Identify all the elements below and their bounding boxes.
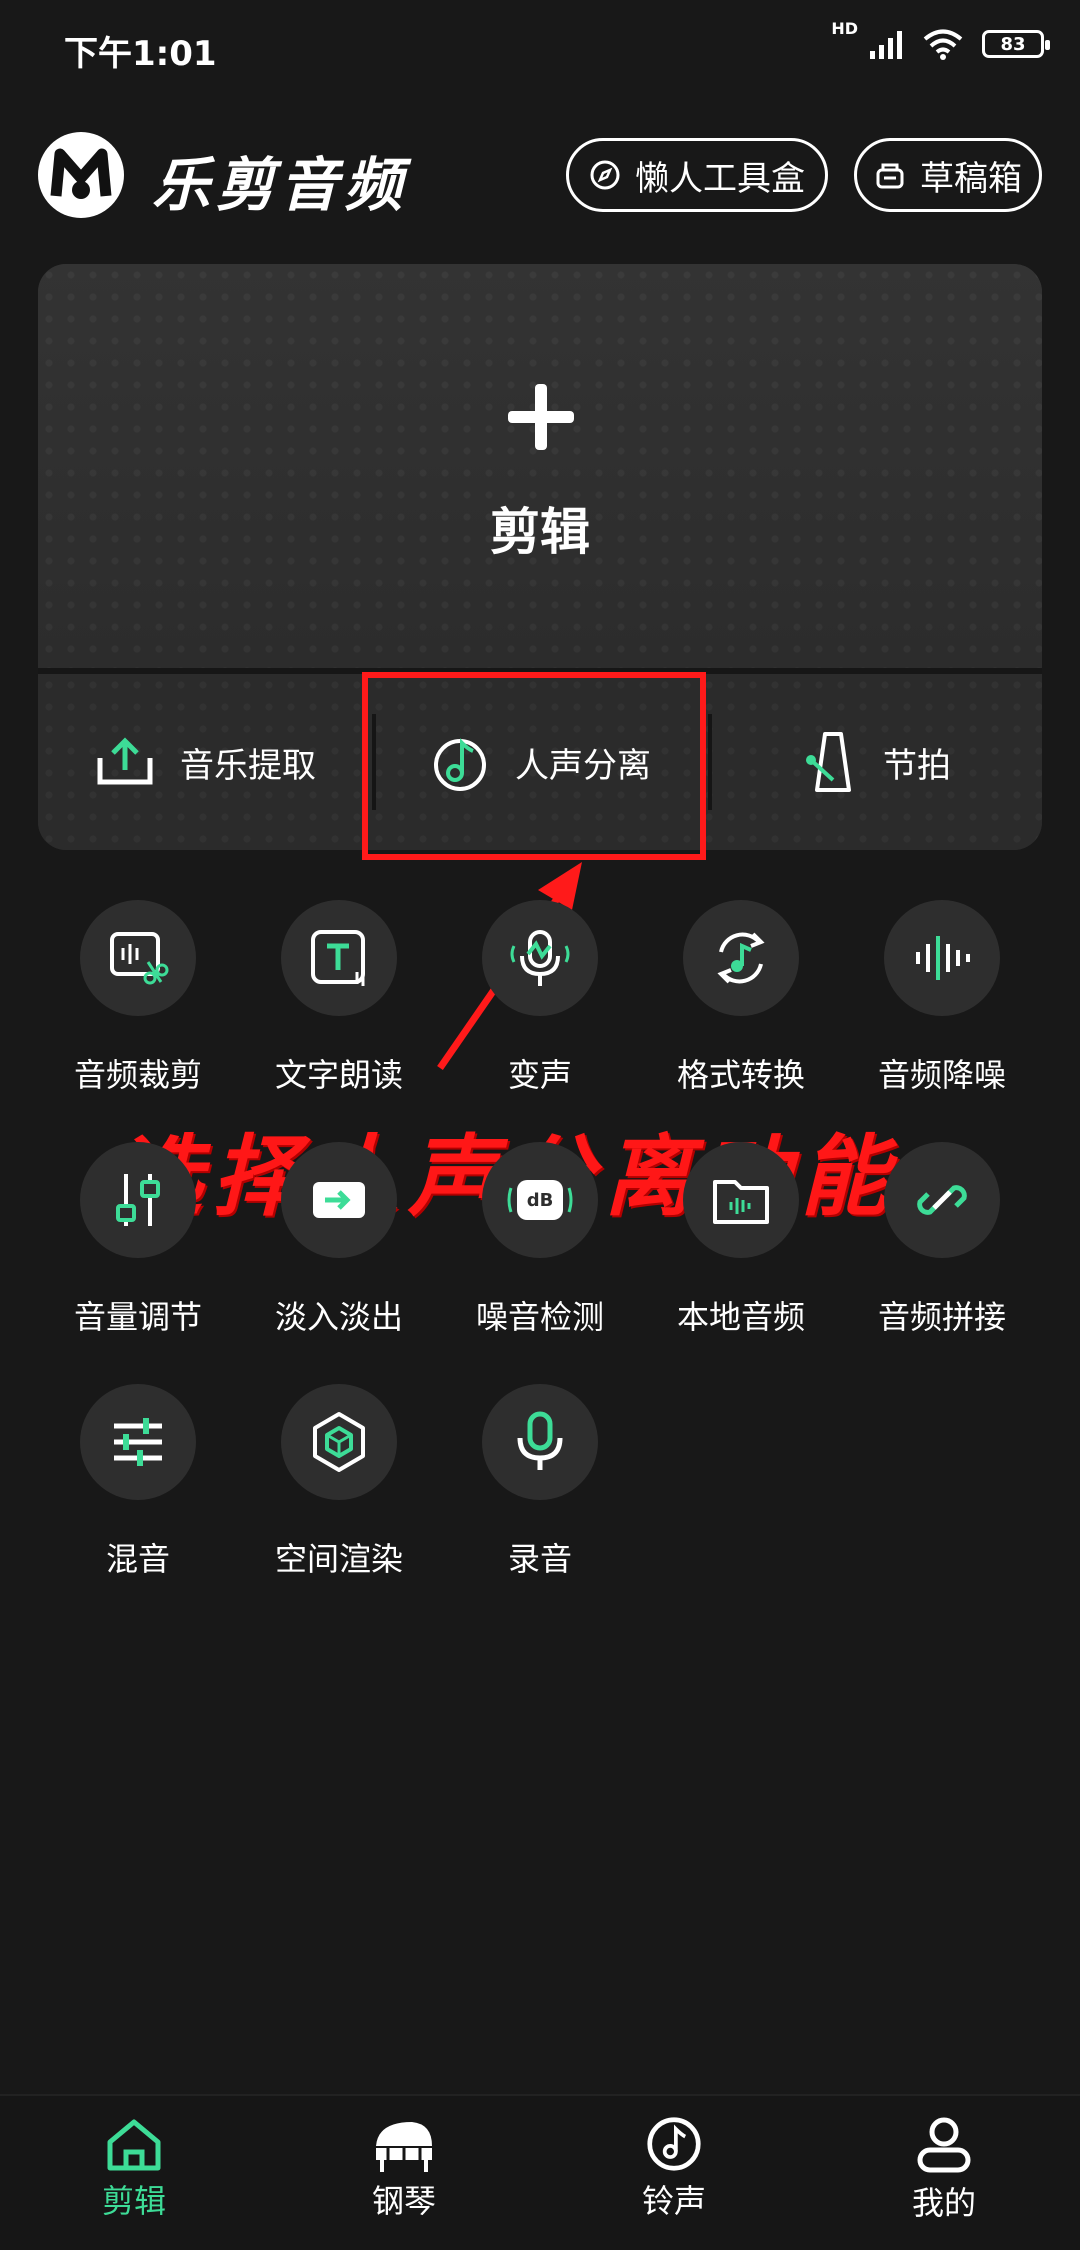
microphone-icon <box>482 1384 598 1500</box>
tool-label: 淡入淡出 <box>274 1298 403 1336</box>
equalizer-icon <box>80 1384 196 1500</box>
tool-label: 文字朗读 <box>274 1056 403 1094</box>
link-icon <box>884 1142 1000 1258</box>
fade-arrow-icon <box>281 1142 397 1258</box>
lazy-toolbox-label: 懒人工具盒 <box>635 158 805 199</box>
tool-audio-trim[interactable]: 音频裁剪 <box>50 900 226 1120</box>
svg-text:dB: dB <box>527 1190 554 1211</box>
compass-icon <box>590 160 620 190</box>
nav-piano[interactable]: 钢琴 <box>314 2116 494 2236</box>
battery-icon: 83 <box>982 30 1050 58</box>
tool-spatial-render[interactable]: 空间渲染 <box>251 1384 427 1604</box>
home-icon <box>107 2119 161 2171</box>
music-extract-label: 音乐提取 <box>180 745 316 786</box>
wifi-icon <box>923 29 963 60</box>
metronome-icon <box>806 732 851 792</box>
cube-icon <box>281 1384 397 1500</box>
upload-icon <box>97 737 153 785</box>
nav-label: 钢琴 <box>371 2182 436 2220</box>
decibel-icon: dB <box>482 1142 598 1258</box>
tool-record[interactable]: 录音 <box>452 1384 628 1604</box>
drafts-label: 草稿箱 <box>920 158 1022 199</box>
signal-icon <box>870 31 902 59</box>
beat-button[interactable]: 节拍 <box>712 674 1042 850</box>
tool-local-audio[interactable]: 本地音频 <box>653 1142 829 1362</box>
tool-label: 录音 <box>507 1540 572 1578</box>
tool-format-convert[interactable]: 格式转换 <box>653 900 829 1120</box>
mic-wave-icon <box>482 900 598 1016</box>
tool-label: 混音 <box>105 1540 170 1578</box>
piano-icon <box>376 2122 432 2172</box>
tool-label: 空间渲染 <box>274 1540 403 1578</box>
tool-label: 噪音检测 <box>475 1298 604 1336</box>
hd-label: HD <box>831 18 858 38</box>
tool-label: 音频裁剪 <box>73 1056 202 1094</box>
status-icons: HD 83 <box>831 19 1050 60</box>
waveform-icon <box>884 900 1000 1016</box>
text-speech-icon <box>281 900 397 1016</box>
music-extract-button[interactable]: 音乐提取 <box>38 674 372 850</box>
tool-label: 音量调节 <box>73 1298 202 1336</box>
app-logo <box>38 132 124 218</box>
nav-label: 剪辑 <box>101 2182 166 2220</box>
edit-label: 剪辑 <box>490 503 590 561</box>
tool-text-to-speech[interactable]: 文字朗读 <box>251 900 427 1120</box>
nav-mine[interactable]: 我的 <box>854 2116 1034 2236</box>
drafts-box-icon <box>876 163 904 189</box>
drafts-button[interactable]: 草稿箱 <box>854 138 1042 212</box>
tool-mixing[interactable]: 混音 <box>50 1384 226 1604</box>
music-disc-icon <box>647 2117 701 2171</box>
tool-label: 音频拼接 <box>877 1298 1006 1336</box>
beat-label: 节拍 <box>883 745 951 786</box>
nav-edit[interactable]: 剪辑 <box>44 2116 224 2236</box>
app-title: 乐剪音频 <box>152 151 409 219</box>
battery-level: 83 <box>1000 33 1026 55</box>
tool-volume-adjust[interactable]: 音量调节 <box>50 1142 226 1362</box>
tool-audio-splice[interactable]: 音频拼接 <box>854 1142 1030 1362</box>
tool-fade-in-out[interactable]: 淡入淡出 <box>251 1142 427 1362</box>
tool-label: 格式转换 <box>676 1056 805 1094</box>
folder-icon <box>683 1142 799 1258</box>
tool-label: 变声 <box>507 1056 572 1094</box>
tool-label: 本地音频 <box>676 1298 805 1336</box>
lazy-toolbox-button[interactable]: 懒人工具盒 <box>566 138 828 212</box>
tool-voice-changer[interactable]: 变声 <box>452 900 628 1120</box>
user-icon <box>917 2117 971 2173</box>
audio-trim-icon <box>80 900 196 1016</box>
convert-note-icon <box>683 900 799 1016</box>
nav-label: 铃声 <box>641 2182 706 2220</box>
tool-label: 音频降噪 <box>877 1056 1006 1094</box>
plus-icon <box>508 384 574 450</box>
edit-area[interactable]: 剪辑 <box>38 264 1042 668</box>
volume-slider-icon <box>80 1142 196 1258</box>
tool-noise-detect[interactable]: dB 噪音检测 <box>452 1142 628 1362</box>
annotation-highlight-box <box>362 672 706 860</box>
status-time: 下午1:01 <box>64 34 217 74</box>
nav-label: 我的 <box>911 2184 976 2222</box>
nav-ringtone[interactable]: 铃声 <box>584 2116 764 2236</box>
tool-noise-reduction[interactable]: 音频降噪 <box>854 900 1030 1120</box>
